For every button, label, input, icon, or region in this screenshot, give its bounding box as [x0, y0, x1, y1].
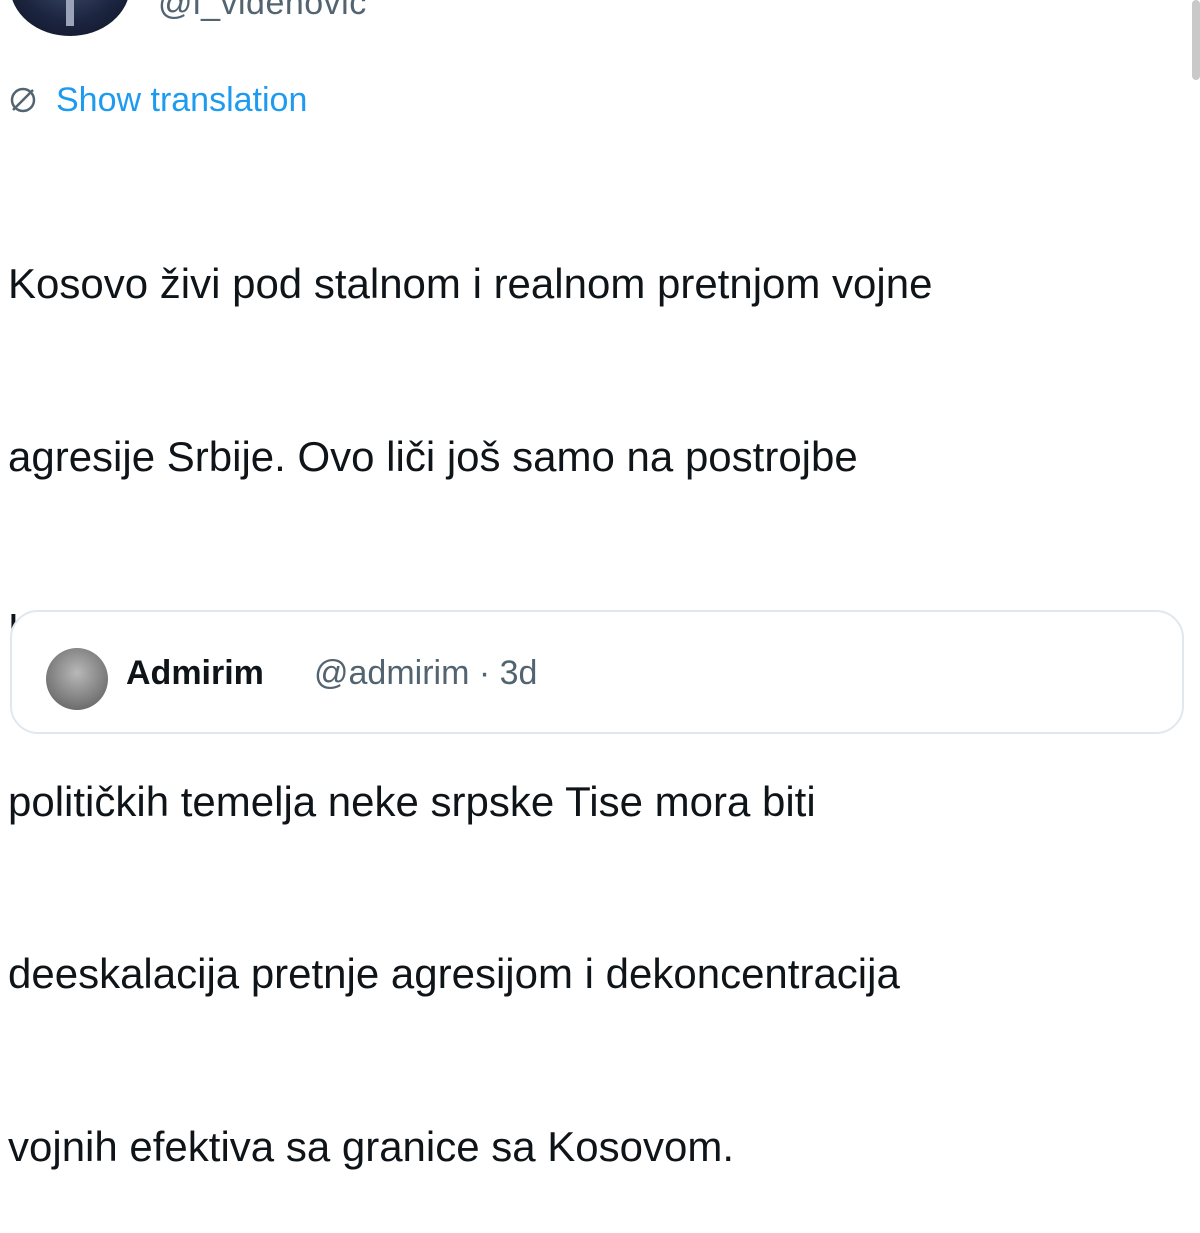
author-handle[interactable]: @i_videnovic [158, 0, 367, 23]
avatar-tie-detail [66, 0, 74, 26]
quoted-tweet-card[interactable]: Admirim @admirim · 3d [10, 610, 1184, 734]
tweet-text-line: deeskalacija pretnje agresijom i dekonce… [8, 950, 900, 997]
quoted-author-avatar[interactable] [46, 648, 108, 710]
tweet-author-row: @i_videnovic [0, 0, 1200, 36]
globe-icon [10, 87, 36, 113]
author-avatar[interactable] [10, 0, 130, 36]
tweet-text-line: Kosovo živi pod stalnom i realnom pretnj… [8, 260, 933, 307]
tweet-text-line: agresije Srbije. Ovo liči još samo na po… [8, 432, 858, 480]
tweet-text-line: političkih temelja neke srpske Tise mora… [8, 777, 816, 825]
show-translation-link[interactable]: Show translation [56, 81, 307, 120]
tweet-text-line: vojnih efektiva sa granice sa Kosovom. [8, 1122, 735, 1170]
quoted-author-meta: @admirim · 3d [314, 654, 538, 692]
quoted-author-name[interactable]: Admirim [126, 654, 264, 693]
translate-row: Show translation [8, 78, 307, 122]
